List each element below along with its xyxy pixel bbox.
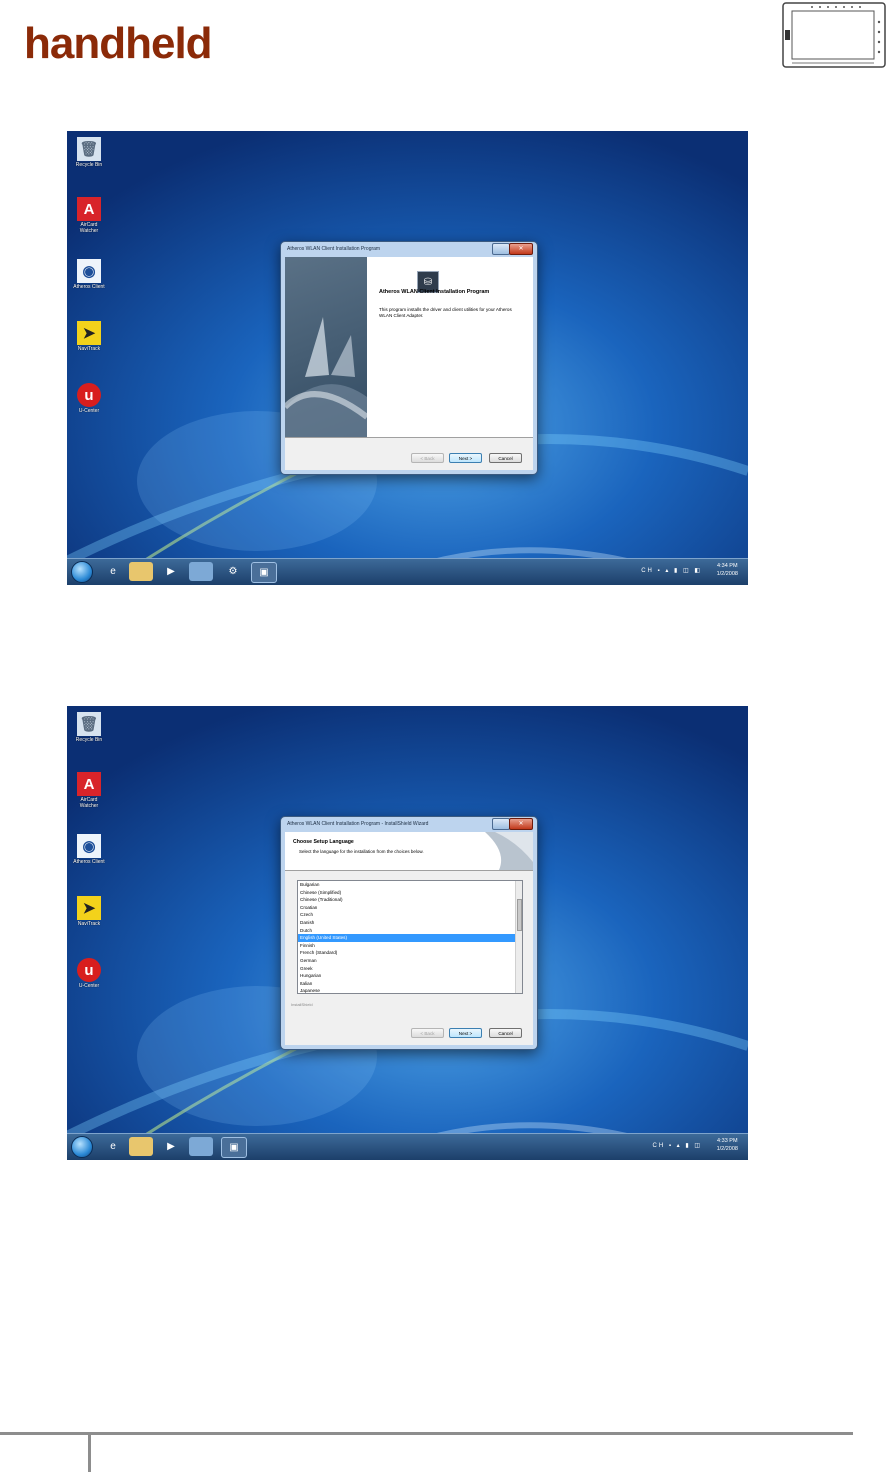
footer-rule — [0, 1432, 853, 1435]
desktop-icon[interactable]: ◉ Atheros Client — [71, 259, 107, 291]
aircard-icon: A — [77, 772, 101, 796]
close-icon: ✕ — [518, 246, 524, 252]
folder-icon[interactable] — [129, 1137, 153, 1156]
aircard-icon: A — [77, 197, 101, 221]
clock-time: 4:34 PM — [717, 563, 738, 569]
installer-icon[interactable]: ▣ — [251, 562, 277, 583]
clock-date: 1/2/2008 — [716, 570, 738, 577]
clock[interactable]: 4:33 PM 1/2/2008 — [717, 1138, 738, 1153]
divider — [285, 437, 533, 438]
list-scrollbar[interactable] — [515, 881, 522, 993]
u-center-icon: u — [77, 383, 101, 407]
recycle-bin-icon: 🗑 — [77, 712, 101, 736]
folder-icon[interactable] — [129, 562, 153, 581]
navigation-icon: ➤ — [77, 896, 101, 920]
atheros-icon: ◉ — [77, 259, 101, 283]
internet-explorer-icon[interactable]: e — [101, 562, 125, 581]
media-player-icon[interactable]: ▶ — [159, 562, 183, 581]
back-button[interactable]: < Back — [411, 1028, 444, 1038]
close-button[interactable]: ✕ — [509, 818, 533, 830]
tablet-device-icon — [782, 2, 886, 68]
desktop-icon[interactable]: u U-Center — [71, 383, 107, 415]
screenshot-language: 🗑 Recycle Bin A AirCard Watcher ◉ Athero… — [67, 706, 748, 1160]
u-center-icon: u — [77, 958, 101, 982]
minimize-button[interactable] — [492, 243, 510, 255]
next-button[interactable]: Next > — [449, 1028, 482, 1038]
welcome-panel: ⛁ Atheros WLAN Client Installation Progr… — [367, 257, 533, 437]
start-button[interactable] — [71, 1136, 93, 1158]
taskbar: e ▶ ▣ CH ▪ ▴ ▮ ◫ 4:33 PM 1/2/2008 — [67, 1133, 748, 1160]
desktop-icon[interactable]: ➤ NaviTrack — [71, 321, 107, 353]
welcome-heading: Atheros WLAN Client Installation Program — [379, 289, 490, 295]
language-option[interactable]: Danish — [298, 919, 522, 927]
language-option[interactable]: Dutch — [298, 927, 522, 935]
close-button[interactable]: ✕ — [509, 243, 533, 255]
footer-divider — [88, 1432, 91, 1472]
system-tray[interactable]: CH ▪ ▴ ▮ ◫ ◧ — [641, 567, 702, 574]
language-option[interactable]: Finnish — [298, 942, 522, 950]
wizard-artwork-icon — [485, 832, 533, 870]
language-option[interactable]: Greek — [298, 965, 522, 973]
navigation-icon: ➤ — [77, 321, 101, 345]
taskbar: e ▶ ⚙ ▣ CH ▪ ▴ ▮ ◫ ◧ 4:34 PM 1/2/2008 — [67, 558, 748, 585]
scroll-thumb[interactable] — [517, 899, 522, 931]
network-icon[interactable] — [189, 562, 213, 581]
language-option[interactable]: Czech — [298, 911, 522, 919]
wizard-side-art — [285, 257, 367, 437]
cancel-button[interactable]: Cancel — [489, 1028, 522, 1038]
recycle-bin-icon: 🗑 — [77, 137, 101, 161]
language-option[interactable]: Japanese — [298, 987, 522, 993]
installer-icon[interactable]: ▣ — [221, 1137, 247, 1158]
dialog-body: ⛁ Atheros WLAN Client Installation Progr… — [285, 257, 533, 470]
desktop-icon[interactable]: A AirCard Watcher — [71, 197, 107, 234]
language-option[interactable]: Croatian — [298, 904, 522, 912]
clock-date: 1/2/2008 — [716, 1145, 738, 1152]
system-tray[interactable]: CH ▪ ▴ ▮ ◫ — [653, 1142, 702, 1149]
language-option[interactable]: Chinese (Traditional) — [298, 896, 522, 904]
wizard-artwork-icon — [285, 317, 367, 437]
language-option[interactable]: German — [298, 957, 522, 965]
internet-explorer-icon[interactable]: e — [101, 1137, 125, 1156]
clock[interactable]: 4:34 PM 1/2/2008 — [717, 563, 738, 578]
welcome-text: This program installs the driver and cli… — [379, 307, 512, 319]
tool-icon[interactable]: ⚙ — [221, 562, 245, 581]
close-icon: ✕ — [518, 821, 524, 827]
start-button[interactable] — [71, 561, 93, 583]
brand-logo: handheld — [24, 19, 213, 68]
desktop-icon[interactable]: 🗑 Recycle Bin — [71, 137, 107, 169]
language-list[interactable]: Bulgarian Chinese (Simplified) Chinese (Tr… — [297, 880, 523, 994]
group-label: InstallShield — [291, 1002, 313, 1007]
desktop-icon[interactable]: ◉ Atheros Client — [71, 834, 107, 866]
cancel-button[interactable]: Cancel — [489, 453, 522, 463]
desktop-icon[interactable]: 🗑 Recycle Bin — [71, 712, 107, 744]
dialog-body: Choose Setup Language Select the languag… — [285, 832, 533, 1045]
language-option[interactable]: English (United States) — [298, 934, 522, 942]
atheros-icon: ◉ — [77, 834, 101, 858]
next-button[interactable]: Next > — [449, 453, 482, 463]
desktop-icon[interactable]: ➤ NaviTrack — [71, 896, 107, 928]
header-panel: Choose Setup Language Select the languag… — [285, 832, 533, 871]
screenshot-welcome: 🗑 Recycle Bin A AirCard Watcher ◉ Athero… — [67, 131, 748, 585]
media-player-icon[interactable]: ▶ — [159, 1137, 183, 1156]
language-option[interactable]: French (Standard) — [298, 949, 522, 957]
language-option[interactable]: Hungarian — [298, 972, 522, 980]
minimize-button[interactable] — [492, 818, 510, 830]
language-heading: Choose Setup Language — [293, 839, 354, 845]
installer-dialog: Atheros WLAN Client Installation Program… — [280, 241, 538, 475]
language-option[interactable]: Chinese (Simplified) — [298, 889, 522, 897]
language-option[interactable]: Bulgarian — [298, 881, 522, 889]
clock-time: 4:33 PM — [717, 1138, 738, 1144]
installshield-dialog: Atheros WLAN Client Installation Program… — [280, 816, 538, 1050]
desktop-icon[interactable]: u U-Center — [71, 958, 107, 990]
back-button[interactable]: < Back — [411, 453, 444, 463]
desktop-icon[interactable]: A AirCard Watcher — [71, 772, 107, 809]
language-subheading: Select the language for the installation… — [299, 849, 424, 854]
language-option[interactable]: Italian — [298, 980, 522, 988]
network-icon[interactable] — [189, 1137, 213, 1156]
